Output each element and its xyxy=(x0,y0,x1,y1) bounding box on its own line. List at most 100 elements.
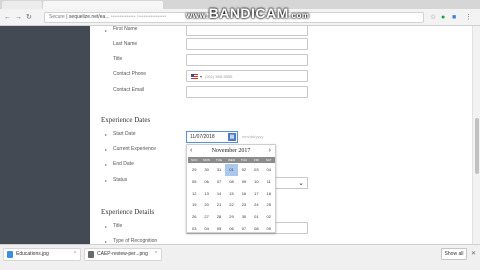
calendar-day[interactable]: 08 xyxy=(225,176,237,188)
calendar-day[interactable]: 21 xyxy=(213,199,225,211)
calendar-day[interactable]: 11 xyxy=(263,176,275,188)
download-item[interactable]: Educations.jpg ⌃ xyxy=(3,248,81,261)
chevron-up-icon[interactable]: ⌃ xyxy=(154,249,158,260)
forward-icon[interactable]: → xyxy=(15,13,22,22)
us-flag-icon[interactable] xyxy=(191,74,198,79)
calendar-day[interactable]: 30 xyxy=(238,211,250,223)
calendar-day[interactable]: 22 xyxy=(225,199,237,211)
bandicam-watermark: www.BANDICAM.com xyxy=(186,5,310,21)
contact-phone-input[interactable]: ▾ (201) 555-5555 xyxy=(186,70,308,82)
calendar-weekday-row: SUN MON TUE WED THU FRI SAT xyxy=(188,157,275,163)
calendar-day[interactable]: 04 xyxy=(263,164,275,176)
download-item[interactable]: CAEP-review-per...png ⌃ xyxy=(84,248,162,261)
calendar-day[interactable]: 05 xyxy=(188,176,200,188)
back-icon[interactable]: ← xyxy=(4,13,11,22)
calendar-day[interactable]: 29 xyxy=(225,211,237,223)
show-all-button[interactable]: Show all xyxy=(441,248,467,260)
bullet-icon: ▸ xyxy=(105,224,108,229)
calendar-day[interactable]: 18 xyxy=(263,188,275,200)
experience-details-heading: Experience Details xyxy=(101,208,155,216)
calendar-day[interactable]: 09 xyxy=(238,176,250,188)
calendar-day[interactable]: 08 xyxy=(250,223,262,235)
browser-tab[interactable] xyxy=(2,1,42,9)
calendar-day[interactable]: 16 xyxy=(238,188,250,200)
calendar-day[interactable]: 01 xyxy=(250,211,262,223)
last-name-input[interactable] xyxy=(186,38,308,50)
calendar-day[interactable]: 03 xyxy=(250,164,262,176)
contact-email-input[interactable] xyxy=(186,86,308,98)
download-bar: Educations.jpg ⌃ CAEP-review-per...png ⌃… xyxy=(0,244,480,270)
secure-label: Secure xyxy=(49,14,65,20)
calendar-day[interactable]: 26 xyxy=(188,211,200,223)
calendar-day[interactable]: 12 xyxy=(188,188,200,200)
calendar-day[interactable]: 03 xyxy=(188,223,200,235)
first-name-input[interactable] xyxy=(186,26,308,36)
phone-placeholder: (201) 555-5555 xyxy=(205,74,233,79)
chevron-down-icon[interactable]: ⌄ xyxy=(298,179,304,187)
app-sidebar xyxy=(0,26,90,244)
calendar-day[interactable]: 23 xyxy=(238,199,250,211)
title-input[interactable] xyxy=(186,54,308,66)
contact-phone-label: Contact Phone xyxy=(113,71,147,77)
calendar-day[interactable]: 01 xyxy=(225,164,238,176)
calendar-day[interactable]: 02 xyxy=(238,164,250,176)
calendar-day[interactable]: 14 xyxy=(213,188,225,200)
calendar-day[interactable]: 06 xyxy=(200,176,212,188)
bullet-icon: ▸ xyxy=(105,28,108,33)
weekday-header: SAT xyxy=(262,157,275,163)
chevron-down-icon[interactable]: ▾ xyxy=(200,72,202,81)
first-name-label: First Name xyxy=(113,26,138,32)
close-icon[interactable]: ✕ xyxy=(471,250,476,257)
next-month-button[interactable]: › xyxy=(269,147,271,155)
browser-tab-active[interactable] xyxy=(43,1,163,9)
file-icon xyxy=(7,251,13,258)
weekday-header: FRI xyxy=(250,157,263,163)
calendar-month-year: November 2017 xyxy=(211,148,251,154)
calendar-icon[interactable]: ▦ xyxy=(228,133,236,141)
calendar-day[interactable]: 04 xyxy=(200,223,212,235)
calendar-day[interactable]: 15 xyxy=(225,188,237,200)
calendar-day[interactable]: 13 xyxy=(200,188,212,200)
calendar-day[interactable]: 19 xyxy=(188,199,200,211)
contact-email-label: Contact Email xyxy=(113,87,145,93)
status-label: Status xyxy=(113,177,128,183)
calendar-day[interactable]: 30 xyxy=(200,164,212,176)
title-label: Title xyxy=(113,56,123,62)
calendar-day[interactable]: 17 xyxy=(250,188,262,200)
calendar-day[interactable]: 27 xyxy=(200,211,212,223)
calendar-day[interactable]: 24 xyxy=(250,199,262,211)
bullet-icon: ▸ xyxy=(105,147,108,152)
weekday-header: THU xyxy=(237,157,251,163)
calendar-day[interactable]: 20 xyxy=(200,199,212,211)
bookmark-star-icon[interactable]: ☆ xyxy=(430,14,436,22)
weekday-header: WED xyxy=(225,157,238,163)
start-date-label: Start Date xyxy=(113,131,136,137)
last-name-label: Last Name xyxy=(113,41,138,47)
menu-icon[interactable]: ⋮ xyxy=(465,14,472,22)
calendar-day[interactable]: 28 xyxy=(213,211,225,223)
url-text: | sequelize.net/ea... xyxy=(66,14,110,20)
bullet-icon: ▸ xyxy=(105,132,108,137)
calendar-day[interactable]: 29 xyxy=(188,164,200,176)
profile-icon[interactable]: ■ xyxy=(452,14,456,22)
calendar-day[interactable]: 02 xyxy=(263,211,275,223)
page-scrollbar[interactable] xyxy=(472,26,480,244)
calendar-day[interactable]: 25 xyxy=(263,199,275,211)
bullet-icon: ▸ xyxy=(105,162,108,167)
calendar-day[interactable]: 10 xyxy=(250,176,262,188)
bullet-icon: ▸ xyxy=(105,178,108,183)
calendar-day[interactable]: 07 xyxy=(213,176,225,188)
extension-icon[interactable]: ● xyxy=(441,14,445,22)
start-date-value: 11/07/2018 xyxy=(190,134,215,140)
chevron-up-icon[interactable]: ⌃ xyxy=(73,249,77,260)
calendar-day[interactable]: 09 xyxy=(263,223,275,235)
start-date-hint: mm/dd/yyyy xyxy=(242,134,264,139)
reload-icon[interactable]: ↻ xyxy=(26,13,32,22)
calendar-day[interactable]: 07 xyxy=(238,223,250,235)
calendar-day[interactable]: 31 xyxy=(213,164,225,176)
calendar-day[interactable]: 05 xyxy=(213,223,225,235)
start-date-input[interactable]: 11/07/2018 ▦ xyxy=(186,131,238,143)
calendar-day[interactable]: 06 xyxy=(225,223,237,235)
scrollbar-thumb[interactable] xyxy=(475,118,479,174)
url-blurred-text: •••••••••••••• /•••••••••••••••• xyxy=(110,14,167,20)
